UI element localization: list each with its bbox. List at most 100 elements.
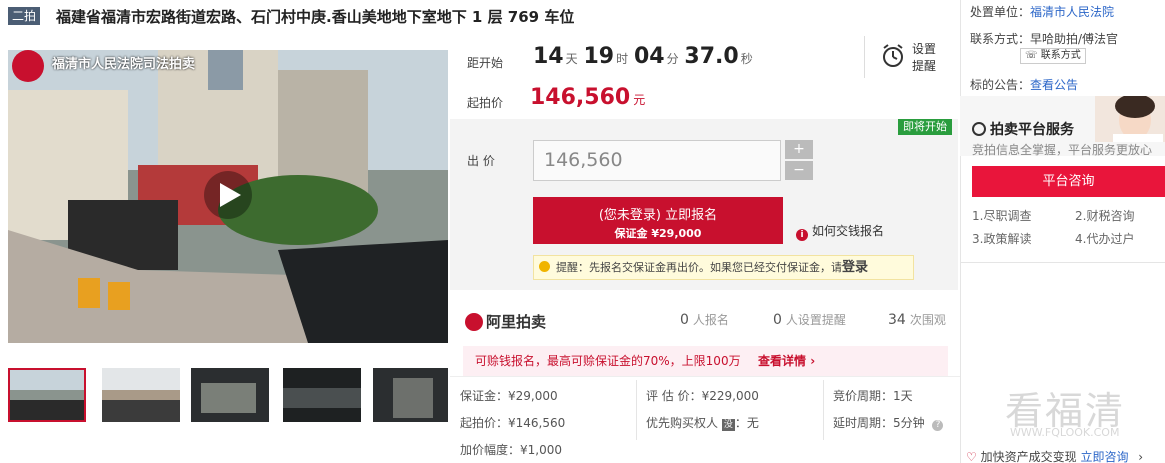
reminder-count-label: 人设置提醒 — [785, 313, 846, 327]
thumbnail[interactable] — [373, 368, 448, 422]
ali-logo-icon — [465, 313, 483, 331]
court-label: 处置单位： — [970, 5, 1031, 19]
divider — [636, 380, 637, 440]
view-count-value: 34 — [888, 312, 906, 328]
service-item[interactable]: 3.政策解读 — [972, 230, 1031, 247]
bottom-promo: ♡ 加快资产成交变现 立即咨询 › — [966, 448, 1143, 463]
service-avatar — [1095, 96, 1165, 142]
decrease-button[interactable]: − — [785, 161, 813, 180]
notice-label: 标的公告： — [970, 78, 1031, 92]
increment-info: 加价幅度：¥1,000 — [460, 443, 562, 457]
reminder-count: 0 人设置提醒 — [773, 311, 846, 328]
signup-label: (您未登录) 立即报名 — [598, 208, 718, 223]
start-price: 146,560 元 — [530, 85, 645, 110]
contact-label: 联系方式： — [970, 32, 1031, 46]
reminder-button[interactable]: 设置 提醒 — [880, 42, 936, 73]
credit-promo: 可赊钱报名，最高可赊保证金的70%，上限100万 查看详情 › — [463, 346, 948, 376]
start-price-label: 起拍价 — [467, 96, 504, 110]
round-badge: 二拍 — [8, 7, 41, 25]
thumbnail[interactable] — [102, 368, 180, 422]
view-count-label: 次围观 — [909, 313, 946, 327]
photo-watermark: 福清市人民法院司法拍卖 — [52, 57, 196, 72]
countdown-label: 距开始 — [467, 56, 504, 70]
priority-value: ：无 — [734, 416, 759, 430]
bid-label: 出 价 — [467, 154, 495, 168]
service-item[interactable]: 2.财税咨询 — [1075, 207, 1134, 224]
service-item[interactable]: 1.尽职调查 — [972, 207, 1031, 224]
cycle-info: 竞价周期：1天 — [833, 389, 913, 403]
contact-button-label: 联系方式 — [1040, 50, 1081, 61]
contact-button[interactable]: ☏ 联系方式 — [1020, 48, 1086, 64]
chevron-right-icon: › — [1138, 450, 1144, 463]
contact-info: 联系方式：早哈助拍/傅法官 — [970, 30, 1118, 47]
priority-label: 优先购买权人 — [646, 416, 719, 430]
notice-info: 标的公告：查看公告 — [970, 76, 1078, 93]
promo-more-label: 查看详情 — [758, 354, 807, 368]
reminder-count-value: 0 — [773, 312, 782, 328]
appraisal-info: 评 估 价：¥229,000 — [646, 389, 759, 403]
bottom-promo-text: 加快资产成交变现 — [980, 450, 1077, 463]
signup-count: 0 人报名 — [680, 311, 729, 328]
service-item[interactable]: 4.代办过户 — [1075, 230, 1134, 247]
page-title: 福建省福清市宏路街道宏路、石门村中庚.香山美地地下室地下 1 层 769 车位 — [56, 8, 575, 26]
login-link[interactable]: 登录 — [842, 260, 868, 275]
thumbnail[interactable] — [191, 368, 269, 422]
reminder-label-1: 设置 — [912, 42, 937, 56]
divider — [823, 380, 824, 440]
lightbulb-icon — [539, 261, 550, 272]
divider — [960, 262, 1165, 263]
howto-link[interactable]: i 如何交钱报名 — [796, 222, 884, 241]
extend-info: 延时周期：5分钟 ? — [833, 414, 944, 431]
view-count: 34 次围观 — [888, 311, 946, 328]
howto-label: 如何交钱报名 — [812, 224, 885, 238]
signup-button[interactable]: (您未登录) 立即报名 保证金 ¥29,000 — [533, 197, 783, 244]
divider — [864, 36, 865, 78]
hammer-icon — [972, 122, 986, 136]
tip-text: 提醒：先报名交保证金再出价。如果您已经交付保证金，请 — [556, 261, 842, 274]
promo-text: 可赊钱报名，最高可赊保证金的70%，上限100万 — [475, 354, 741, 368]
court-emblem-icon — [12, 50, 44, 82]
extend-value: 延时周期：5分钟 — [833, 416, 925, 430]
hours-unit: 时 — [616, 52, 629, 66]
service-title-text: 拍卖平台服务 — [990, 122, 1074, 138]
countdown-seconds: 37.0 — [684, 44, 739, 69]
info-icon: i — [796, 229, 808, 241]
increase-button[interactable]: + — [785, 140, 813, 159]
alarm-clock-icon — [883, 44, 903, 67]
consult-button[interactable]: 平台咨询 — [972, 166, 1165, 197]
bottom-consult-link[interactable]: 立即咨询 — [1080, 450, 1128, 463]
phone-icon: ☏ — [1025, 50, 1038, 61]
handshake-icon: ♡ — [966, 450, 977, 463]
service-title: 拍卖平台服务 — [972, 119, 1074, 139]
countdown: 14 天 19 时 04 分 37.0 秒 — [533, 44, 755, 69]
court-link[interactable]: 福清市人民法院 — [1030, 5, 1114, 19]
main-photo[interactable]: 福清市人民法院司法拍卖 — [8, 50, 448, 343]
seconds-unit: 秒 — [740, 52, 753, 66]
login-tip: 提醒：先报名交保证金再出价。如果您已经交付保证金，请登录 — [533, 255, 914, 280]
countdown-minutes: 04 — [633, 44, 665, 69]
countdown-days: 14 — [533, 44, 564, 69]
days-unit: 天 — [565, 52, 578, 66]
contact-value: 早哈助拍/傅法官 — [1030, 32, 1119, 46]
parking-photo — [8, 50, 448, 343]
signup-deposit: 保证金 ¥29,000 — [614, 227, 702, 240]
start-price-value: 146,560 — [530, 85, 631, 110]
countdown-hours: 19 — [583, 44, 615, 69]
ali-brand: 阿里拍卖 — [486, 313, 547, 331]
notice-link[interactable]: 查看公告 — [1030, 78, 1078, 92]
help-icon[interactable]: ? — [932, 420, 944, 431]
promo-more-link[interactable]: 查看详情 › — [758, 346, 815, 376]
priority-info: 优先购买权人 没：无 — [646, 414, 759, 431]
divider — [450, 376, 960, 377]
status-badge: 即将开始 — [898, 119, 952, 135]
thumbnail[interactable] — [283, 368, 361, 422]
signup-count-label: 人报名 — [692, 313, 729, 327]
service-subtitle: 竞拍信息全掌握，平台服务更放心 — [972, 143, 1153, 157]
start-price-unit: 元 — [633, 93, 646, 107]
thumbnail[interactable] — [8, 368, 86, 422]
reminder-label-2: 提醒 — [912, 59, 937, 73]
thumbnail-strip — [8, 368, 448, 424]
ali-auction-logo: 阿里拍卖 — [465, 311, 546, 332]
priority-badge: 没 — [721, 419, 735, 431]
bid-input[interactable]: 146,560 — [533, 140, 781, 181]
